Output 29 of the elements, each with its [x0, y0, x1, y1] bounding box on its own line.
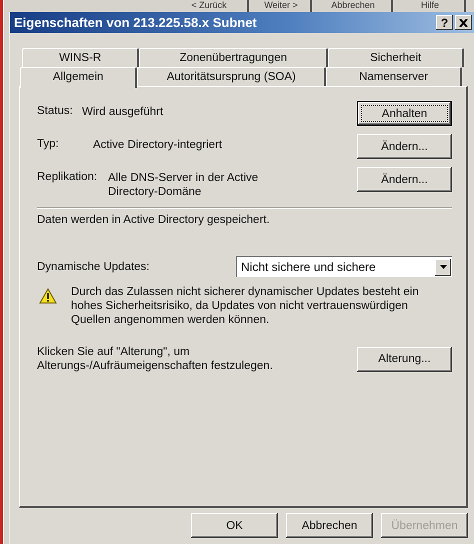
change-button[interactable]: Ändern...	[357, 134, 452, 159]
warning-text: Durch das Zulassen nicht sicherer dynamischer Updates besteht ein hohes Sicherheitsrisiko, da Updates von nicht vertrauenswürdigen Quellen angenommen werden können.	[71, 285, 419, 327]
change-button[interactable]: Ändern...	[357, 167, 452, 192]
field-label: Status:	[37, 104, 74, 117]
dynamic-updates-label: Dynamische Updates:	[37, 260, 150, 272]
close-icon	[459, 18, 468, 26]
tab[interactable]: Zonenübertragungen	[139, 48, 328, 67]
field-label: Typ:	[37, 137, 60, 150]
field-label: Replikation:	[37, 170, 98, 183]
help-button[interactable]: ?	[436, 15, 453, 30]
aging-text: Klicken Sie auf "Alterung", um Alterungs-/Aufräumeigenschaften festzulegen.	[37, 345, 273, 373]
tab[interactable]: WINS-R	[22, 48, 140, 67]
tab[interactable]: Autoritätsursprung (SOA)	[137, 67, 326, 86]
dynamic-updates-dropdown[interactable]: Nicht sichere und sichere	[236, 256, 452, 277]
change-button[interactable]: Anhalten	[357, 101, 452, 126]
storage-note: Daten werden in Active Directory gespeichert.	[37, 213, 271, 227]
field-value: Alle DNS-Server in der Active Directory-Domäne	[108, 171, 260, 199]
aging-button[interactable]: Alterung...	[357, 346, 452, 372]
field-value: Wird ausgeführt	[82, 105, 164, 119]
tab[interactable]: Namenserver	[326, 67, 462, 86]
tab[interactable]: Allgemein	[20, 67, 138, 88]
field-value: Active Directory-integriert	[93, 138, 224, 152]
close-button[interactable]	[455, 15, 472, 30]
dialog-button[interactable]: OK	[191, 513, 278, 538]
window-title: Eigenschaften von 213.225.58.x Subnet	[14, 15, 258, 30]
tab[interactable]: Sicherheit	[328, 48, 464, 67]
warning-icon	[39, 288, 57, 304]
dropdown-arrow-icon	[440, 265, 446, 269]
dialog-button[interactable]: Abbrechen	[286, 513, 373, 538]
